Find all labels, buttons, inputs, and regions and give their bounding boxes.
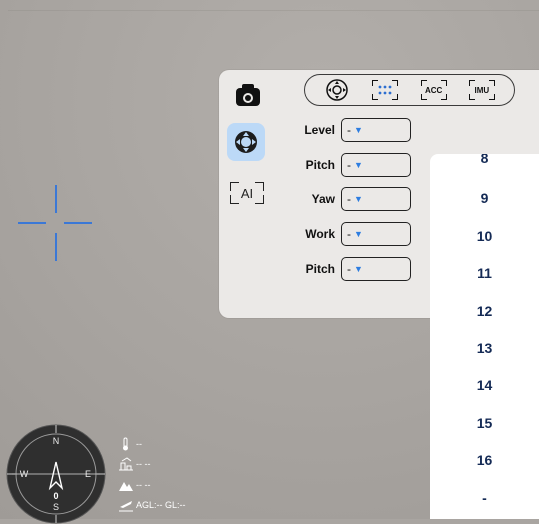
work-dropdown[interactable]: - ▼	[341, 222, 411, 246]
gimbal-center-button[interactable]	[320, 78, 354, 102]
altitude-value: -- --	[136, 480, 151, 490]
list-item[interactable]: -	[430, 490, 539, 506]
setting-row-work: Work - ▼	[289, 221, 411, 247]
dropdown-arrow-icon: ▼	[354, 229, 363, 239]
agl-value: AGL:-- GL:--	[136, 500, 186, 510]
dropdown-value: -	[347, 158, 351, 172]
imu-calibration-button[interactable]: IMU	[465, 78, 499, 102]
compass-east-label: E	[85, 469, 91, 479]
list-item[interactable]: 9	[430, 190, 539, 206]
dropdown-value: -	[347, 123, 351, 137]
setting-row-level: Level - ▼	[289, 117, 411, 143]
crosshair-reticle	[18, 185, 92, 261]
takeoff-icon	[119, 501, 133, 512]
dropdown-value: -	[347, 192, 351, 206]
setting-label: Pitch	[305, 262, 335, 276]
yaw-dropdown[interactable]: - ▼	[341, 187, 411, 211]
distance-value: -- --	[136, 459, 151, 469]
setting-row-pitch: Pitch - ▼	[289, 152, 411, 178]
ai-label: AI	[240, 185, 254, 201]
grid-dots-icon	[378, 85, 392, 95]
temperature-value: --	[136, 439, 142, 449]
altitude-readout: -- --	[118, 478, 151, 492]
setting-label: Work	[305, 227, 335, 241]
dropdown-arrow-icon: ▼	[354, 194, 363, 204]
top-edge-line	[8, 10, 539, 11]
compass-widget: N S W E 0	[6, 424, 106, 524]
ai-tab-button[interactable]: AI	[230, 182, 264, 204]
distance-readout: -- --	[118, 457, 151, 471]
gimbal-joystick-icon	[235, 131, 257, 153]
setting-label: Pitch	[305, 158, 335, 172]
compass-south-label: S	[53, 502, 59, 512]
dropdown-arrow-icon: ▼	[354, 160, 363, 170]
crosshair-bottom-line	[55, 233, 57, 261]
grid-calibration-button[interactable]	[368, 78, 402, 102]
crosshair-left-line	[18, 222, 46, 224]
calibration-segment-control: ACC IMU	[304, 74, 515, 106]
list-item[interactable]: 13	[430, 340, 539, 356]
acc-label: ACC	[424, 85, 443, 95]
camera-icon[interactable]	[233, 82, 263, 108]
dropdown-value: -	[347, 227, 351, 241]
heading-value: 0	[53, 491, 58, 501]
list-item[interactable]: 15	[430, 415, 539, 431]
dropdown-arrow-icon: ▼	[354, 264, 363, 274]
list-item[interactable]: 16	[430, 452, 539, 468]
compass-north-label: N	[53, 436, 60, 446]
mountain-icon	[119, 482, 133, 491]
dropdown-arrow-icon: ▼	[354, 125, 363, 135]
pitch-2-dropdown[interactable]: - ▼	[341, 257, 411, 281]
thermometer-icon	[123, 437, 128, 451]
setting-label: Level	[304, 123, 335, 137]
list-item[interactable]: 12	[430, 303, 539, 319]
setting-label: Yaw	[311, 192, 335, 206]
compass-west-label: W	[20, 469, 29, 479]
imu-label: IMU	[474, 85, 490, 95]
acc-calibration-button[interactable]: ACC	[417, 78, 451, 102]
list-item[interactable]: 10	[430, 228, 539, 244]
gimbal-tab-button[interactable]	[227, 123, 265, 161]
setting-row-pitch-2: Pitch - ▼	[289, 256, 411, 282]
gimbal-joystick-icon	[326, 79, 348, 101]
agl-readout: AGL:-- GL:--	[118, 498, 186, 512]
pitch-dropdown[interactable]: - ▼	[341, 153, 411, 177]
level-dropdown[interactable]: - ▼	[341, 118, 411, 142]
temperature-readout: --	[118, 437, 142, 451]
distance-icon	[119, 457, 133, 471]
list-item[interactable]: 8	[430, 154, 539, 166]
list-item[interactable]: 14	[430, 377, 539, 393]
dropdown-options-list: 8 9 10 11 12 13 14 15 16 -	[430, 154, 539, 519]
crosshair-right-line	[64, 222, 92, 224]
crosshair-top-line	[55, 185, 57, 213]
dropdown-value: -	[347, 262, 351, 276]
list-item[interactable]: 11	[430, 265, 539, 281]
setting-row-yaw: Yaw - ▼	[289, 186, 411, 212]
